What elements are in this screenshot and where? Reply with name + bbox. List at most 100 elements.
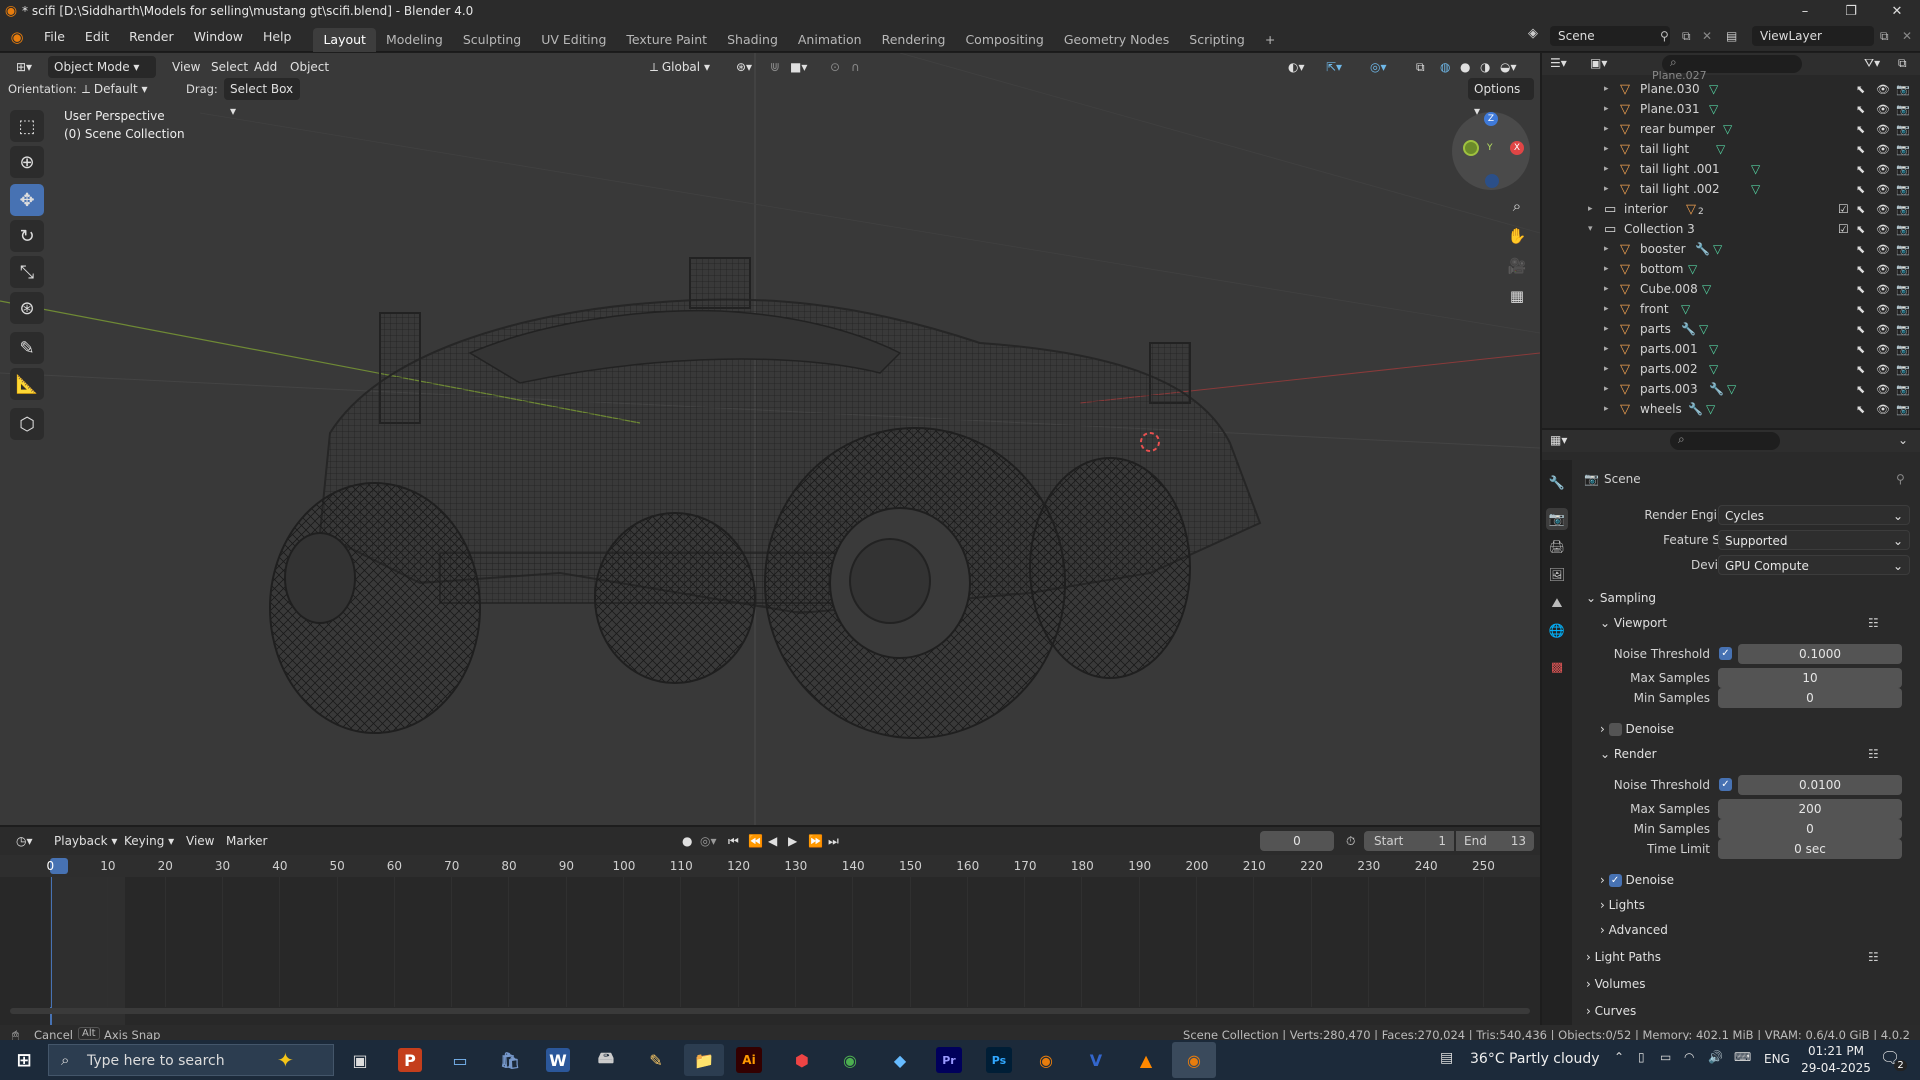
timeline-view-menu[interactable]: View — [180, 830, 220, 852]
mesh-data-icon[interactable]: ▽ — [1727, 382, 1736, 396]
sampling-panel-header[interactable]: ⌄ Sampling — [1586, 591, 1656, 605]
blender-active-icon[interactable]: ◉ — [1172, 1042, 1216, 1078]
render-subpanel-header[interactable]: ⌄ Render — [1600, 747, 1657, 761]
weather-text[interactable]: 36°C Partly cloudy — [1470, 1051, 1600, 1067]
gizmo-toggle-icon[interactable]: ⇱▾ — [1320, 56, 1348, 78]
preview-range-icon[interactable]: ⏱ — [1340, 830, 1361, 852]
outliner-item-label[interactable]: bottom — [1640, 262, 1683, 276]
outliner-row[interactable]: ▸ ▽ bottom ▽ ⬉ 👁 📷 — [1542, 259, 1920, 279]
eye-icon[interactable]: 👁 — [1876, 303, 1890, 316]
annotate-tool[interactable]: ✎ — [10, 332, 44, 364]
gizmo-neg-z[interactable] — [1485, 174, 1499, 188]
r-denoise-checkbox[interactable]: ✓ — [1608, 874, 1622, 887]
timeline-scrollbar[interactable] — [10, 1008, 1530, 1014]
camera-render-icon[interactable]: 📷 — [1896, 123, 1910, 136]
taskbar-search-box[interactable]: ⌕ Type here to search ✦ — [48, 1044, 334, 1076]
view-layer-tab-icon[interactable]: 🖼 — [1546, 564, 1568, 586]
options-chevron-icon[interactable]: ⌄ — [1898, 433, 1908, 447]
navigation-gizmo[interactable]: Z Y X — [1452, 112, 1530, 190]
viewlayer-icon[interactable]: ▤ — [1726, 29, 1737, 43]
blender-alt-icon[interactable]: ◉ — [1026, 1044, 1066, 1076]
mesh-data-icon[interactable]: ▽ — [1723, 122, 1732, 136]
mesh-data-icon[interactable]: ▽ — [1709, 102, 1718, 116]
outliner-item-label[interactable]: parts.002 — [1640, 362, 1698, 376]
pin-context-icon[interactable]: ⚲ — [1896, 472, 1905, 486]
outliner-item-label[interactable]: booster — [1640, 242, 1686, 256]
mesh-data-icon[interactable]: ▽ — [1709, 342, 1718, 356]
rendered-shading-icon[interactable]: ◒▾ — [1494, 56, 1523, 78]
zoom-icon[interactable]: ⌕ — [1503, 192, 1531, 220]
chrome-icon[interactable]: ◉ — [830, 1044, 870, 1076]
timeline-editor-icon[interactable]: ◷▾ — [10, 830, 39, 852]
add-workspace-button[interactable]: + — [1255, 28, 1285, 52]
output-tab-icon[interactable]: 🖨 — [1546, 536, 1568, 558]
cursor-tool[interactable]: ⊕ — [10, 146, 44, 178]
mesh-data-icon[interactable]: ▽ — [1709, 362, 1718, 376]
tab-modeling[interactable]: Modeling — [376, 28, 453, 52]
camera-render-icon[interactable]: 📷 — [1896, 143, 1910, 156]
menu-file[interactable]: File — [34, 22, 75, 52]
keying-menu[interactable]: Keying ▾ — [118, 830, 180, 852]
r-time-limit-field[interactable]: 0 sec — [1718, 839, 1902, 859]
eye-icon[interactable]: 👁 — [1876, 123, 1890, 136]
render-engine-dropdown[interactable]: Cycles ⌄ — [1718, 505, 1910, 525]
outliner-item-label[interactable]: parts — [1640, 322, 1671, 336]
outliner-item-label[interactable]: Collection 3 — [1624, 222, 1695, 236]
r-noise-threshold-field[interactable]: 0.0100 — [1738, 775, 1902, 795]
menu-object[interactable]: Object — [284, 56, 335, 78]
blender-menu-icon[interactable]: ◉ — [0, 28, 34, 46]
expand-arrow-icon[interactable]: ▸ — [1604, 404, 1609, 414]
falloff-icon[interactable]: ∩ — [845, 56, 866, 78]
remove-viewlayer-icon[interactable]: ✕ — [1902, 29, 1912, 43]
tray-chevron-icon[interactable]: ⌃ — [1614, 1050, 1624, 1064]
outliner-row[interactable]: ▸ ▽ Cube.008 ▽ ⬉ 👁 📷 — [1542, 279, 1920, 299]
vp-denoise-subpanel[interactable]: › Denoise — [1600, 722, 1674, 736]
expand-arrow-icon[interactable]: ▸ — [1588, 204, 1593, 214]
outliner-item-label[interactable]: Plane.031 — [1640, 102, 1700, 116]
expand-arrow-icon[interactable]: ▸ — [1604, 144, 1609, 154]
tab-texture-paint[interactable]: Texture Paint — [616, 28, 717, 52]
select-toggle-icon[interactable]: ⬉ — [1856, 223, 1865, 236]
outliner-row[interactable]: ▸ ▽ parts.002 ▽ ⬉ 👁 📷 — [1542, 359, 1920, 379]
mesh-data-icon[interactable]: ▽ — [1702, 282, 1711, 296]
camera-render-icon[interactable]: 📷 — [1896, 243, 1910, 256]
outliner-item-label[interactable]: interior — [1624, 202, 1668, 216]
outliner-row[interactable]: ▾ ▭ Collection 3 ☑ ⬉ 👁 📷 — [1542, 219, 1920, 239]
end-frame-field[interactable]: End 13 — [1456, 831, 1534, 851]
outliner-item-label[interactable]: tail light .001 — [1640, 162, 1720, 176]
eye-icon[interactable]: 👁 — [1876, 263, 1890, 276]
camera-render-icon[interactable]: 📷 — [1896, 103, 1910, 116]
expand-arrow-icon[interactable]: ▾ — [1588, 224, 1593, 234]
menu-help[interactable]: Help — [253, 22, 302, 52]
volumes-panel[interactable]: › Volumes — [1586, 977, 1646, 991]
overlays-toggle-icon[interactable]: ◎▾ — [1364, 56, 1393, 78]
outliner-item-label[interactable]: parts.001 — [1640, 342, 1698, 356]
keyboard-icon[interactable]: ⌨ — [1734, 1050, 1751, 1064]
r-noise-threshold-checkbox[interactable]: ✓ — [1719, 778, 1732, 791]
pinned-app-icon[interactable]: ⬢ — [782, 1044, 822, 1076]
select-toggle-icon[interactable]: ⬉ — [1856, 183, 1865, 196]
select-toggle-icon[interactable]: ⬉ — [1856, 243, 1865, 256]
render-tab-icon[interactable]: 📷 — [1546, 508, 1568, 530]
expand-arrow-icon[interactable]: ▸ — [1604, 344, 1609, 354]
jump-end-icon[interactable]: ⏭ — [822, 830, 845, 852]
clock-time[interactable]: 01:21 PM — [1806, 1044, 1866, 1058]
move-tool[interactable]: ✥ — [10, 184, 44, 216]
scene-selector-icon[interactable]: ◈ — [1528, 26, 1548, 48]
expand-arrow-icon[interactable]: ▸ — [1604, 264, 1609, 274]
tray-usb-icon[interactable]: ▯ — [1638, 1050, 1645, 1064]
snap-target-icon[interactable]: ■▾ — [784, 56, 813, 78]
editor-type-icon[interactable]: ⊞▾ — [10, 56, 38, 78]
outliner-row[interactable]: ▸ ▽ tail light .002 ▽ ⬉ 👁 📷 — [1542, 179, 1920, 199]
play-reverse-icon[interactable]: ◀ — [762, 830, 783, 852]
r-min-samples-field[interactable]: 0 — [1718, 819, 1902, 839]
select-toggle-icon[interactable]: ⬉ — [1856, 143, 1865, 156]
modifier-icon[interactable]: 🔧 — [1688, 402, 1703, 416]
outliner-item-label[interactable]: Plane.030 — [1640, 82, 1700, 96]
mesh-data-icon[interactable]: ▽ — [1713, 242, 1722, 256]
mesh-data-icon[interactable]: ▽ — [1716, 142, 1725, 156]
expand-arrow-icon[interactable]: ▸ — [1604, 384, 1609, 394]
camera-render-icon[interactable]: 📷 — [1896, 343, 1910, 356]
select-toggle-icon[interactable]: ⬉ — [1856, 323, 1865, 336]
outliner-row[interactable]: ▸ ▽ wheels 🔧 ▽ ⬉ 👁 📷 — [1542, 399, 1920, 419]
